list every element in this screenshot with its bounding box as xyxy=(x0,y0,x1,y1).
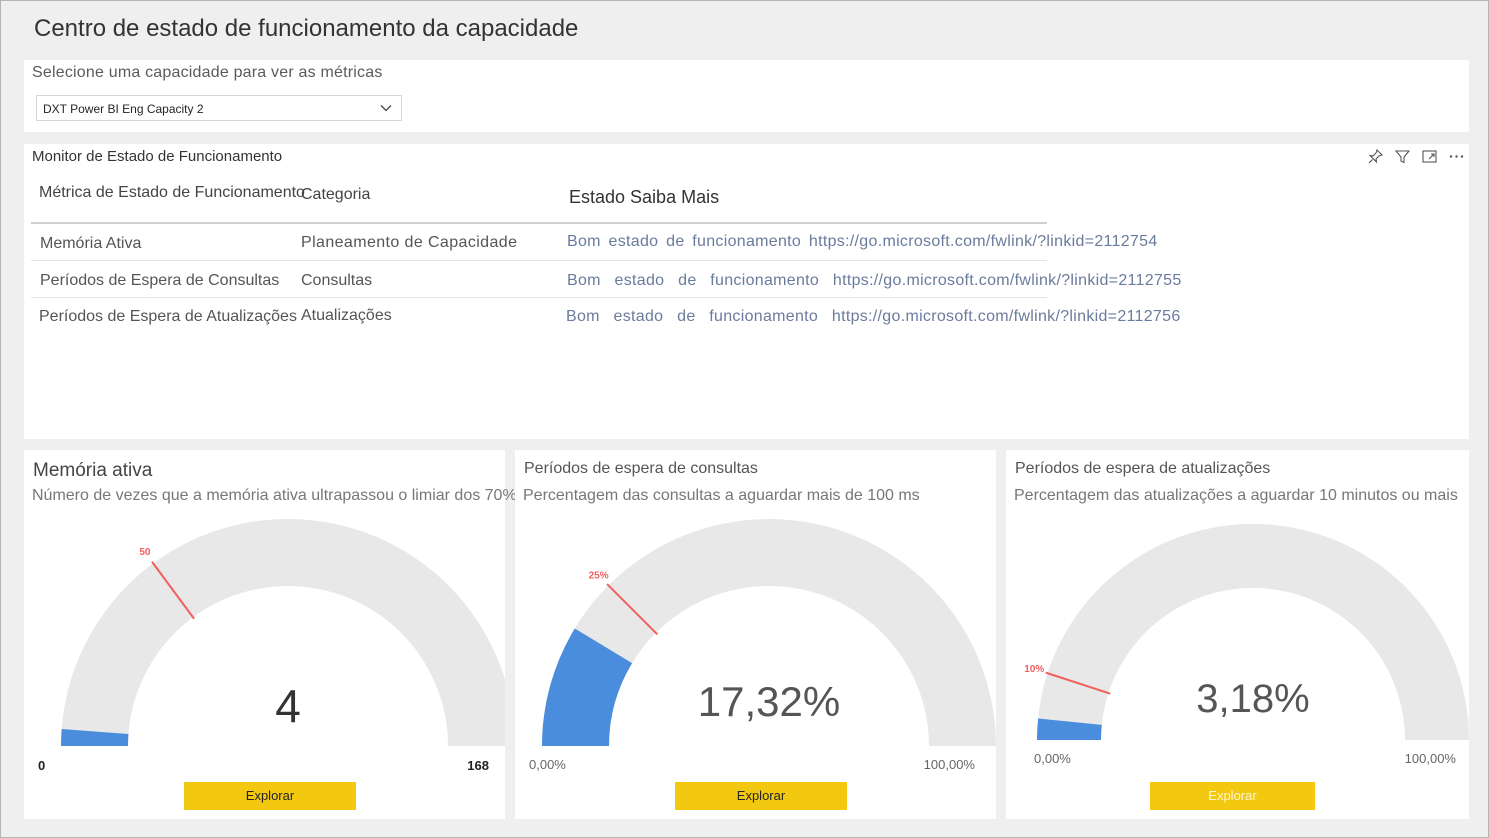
column-header-metric[interactable]: Métrica de Estado de Funcionamento xyxy=(39,184,305,202)
pin-icon[interactable] xyxy=(1367,148,1384,165)
report-canvas: Centro de estado de funcionamento da cap… xyxy=(0,0,1489,838)
cell-status-link[interactable]: Bom estado de funcionamento https://go.m… xyxy=(566,308,1181,326)
gauge-max-label: 100,00% xyxy=(1405,751,1457,766)
cell-metric: Memória Ativa xyxy=(40,235,142,252)
selector-label: Selecione uma capacidade para ver as mét… xyxy=(32,64,383,81)
visual-header-icons xyxy=(1367,148,1465,165)
capacity-dropdown-value: DXT Power BI Eng Capacity 2 xyxy=(43,102,204,116)
capacity-dropdown[interactable]: DXT Power BI Eng Capacity 2 xyxy=(36,95,402,121)
cell-status-link[interactable]: Bom estado de funcionamento https://go.m… xyxy=(567,233,1158,251)
chevron-down-icon xyxy=(380,105,392,112)
column-header-status[interactable]: Estado Saiba Mais xyxy=(569,187,719,208)
gauge-max-label: 168 xyxy=(467,758,489,773)
gauge-chart: 50 4 0 168 xyxy=(38,519,505,773)
gauge-card-query-waits: Períodos de espera de consultas Percenta… xyxy=(515,450,996,819)
table-title: Monitor de Estado de Funcionamento xyxy=(32,148,283,165)
gauge-value-label: 17,32% xyxy=(698,678,840,725)
page-title: Centro de estado de funcionamento da cap… xyxy=(34,15,579,42)
cell-status-link[interactable]: Bom estado de funcionamento https://go.m… xyxy=(567,272,1182,290)
cell-category: Planeamento de Capacidade xyxy=(301,234,518,251)
gauge-min-label: 0 xyxy=(38,758,45,773)
gauge-value-label: 4 xyxy=(275,680,301,732)
gauge-min-label: 0,00% xyxy=(529,757,566,772)
gauge-chart: 10% 3,18% 0,00% 100,00% xyxy=(1024,523,1469,766)
gauge-chart: 25% 17,32% 0,00% 100,00% xyxy=(529,519,996,772)
more-options-icon[interactable] xyxy=(1448,148,1465,165)
gauge-card-active-memory: Memória ativa Número de vezes que a memó… xyxy=(24,450,517,819)
column-header-category[interactable]: Categoria xyxy=(301,186,370,204)
header-divider xyxy=(31,222,1047,224)
explore-button[interactable]: Explorar xyxy=(1150,782,1315,810)
cell-category: Consultas xyxy=(301,272,373,289)
explore-button[interactable]: Explorar xyxy=(675,782,847,810)
gauge-target-label: 25% xyxy=(589,571,609,582)
cell-metric: Períodos de Espera de Atualizações xyxy=(39,308,297,325)
health-monitor-table-card: Monitor de Estado de Funcionamento Métri… xyxy=(24,144,1469,439)
gauge-min-label: 0,00% xyxy=(1034,751,1071,766)
gauge-target-label: 10% xyxy=(1024,664,1044,675)
cell-metric: Períodos de Espera de Consultas xyxy=(40,272,280,289)
focus-mode-icon[interactable] xyxy=(1421,148,1438,165)
capacity-selector-card: Selecione uma capacidade para ver as mét… xyxy=(24,60,1469,132)
cell-category: Atualizações xyxy=(301,307,392,324)
gauge-card-refresh-waits: Períodos de espera de atualizações Perce… xyxy=(1006,450,1469,819)
gauge-target-label: 50 xyxy=(139,547,151,558)
row-divider xyxy=(31,297,1047,298)
gauge-value-label: 3,18% xyxy=(1196,677,1309,721)
explore-button[interactable]: Explorar xyxy=(184,782,356,810)
row-divider xyxy=(31,260,1047,261)
gauge-max-label: 100,00% xyxy=(924,757,976,772)
filter-icon[interactable] xyxy=(1394,148,1411,165)
